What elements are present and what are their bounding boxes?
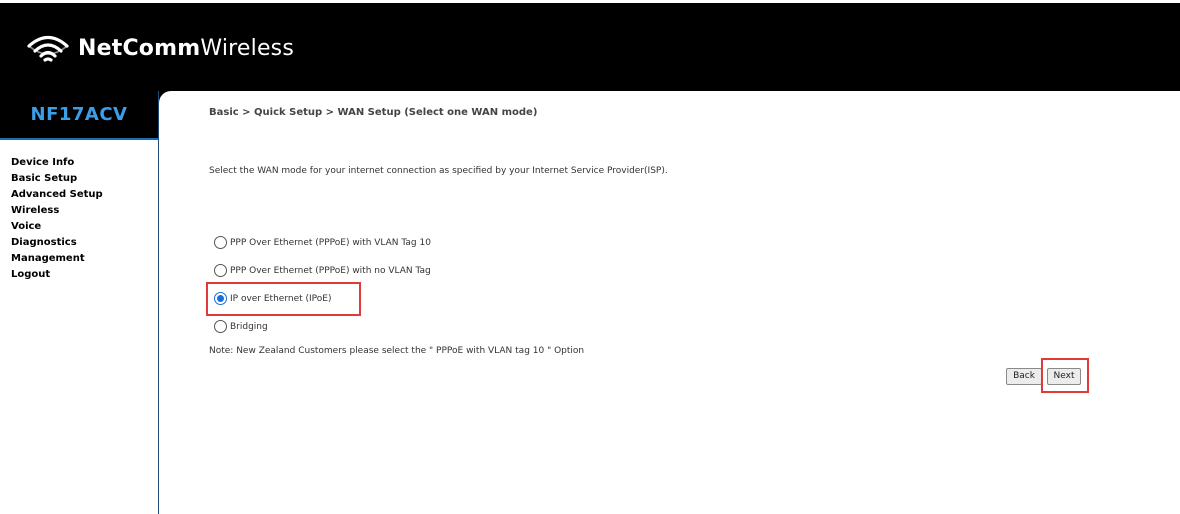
- model-name: NF17ACV: [30, 104, 128, 125]
- wan-option-pppoe-vlan10[interactable]: PPP Over Ethernet (PPPoE) with VLAN Tag …: [214, 236, 431, 249]
- radio-button[interactable]: [214, 320, 227, 333]
- brand-bold: NetComm: [78, 35, 201, 61]
- sidebar-item-voice[interactable]: Voice: [11, 219, 103, 235]
- breadcrumb: Basic > Quick Setup > WAN Setup (Select …: [209, 107, 538, 118]
- sidebar-menu: Device Info Basic Setup Advanced Setup W…: [11, 155, 103, 283]
- header-bar: NetCommWireless: [0, 3, 1180, 91]
- model-badge: NF17ACV: [0, 91, 158, 140]
- sidebar-item-diagnostics[interactable]: Diagnostics: [11, 235, 103, 251]
- brand-logo: NetCommWireless: [26, 30, 294, 66]
- radio-button[interactable]: [214, 264, 227, 277]
- next-highlight-box: [1041, 358, 1089, 393]
- back-button[interactable]: Back: [1006, 368, 1042, 385]
- ipoe-highlight-box: [206, 282, 361, 316]
- nz-note: Note: New Zealand Customers please selec…: [209, 346, 585, 356]
- wan-option-label: Bridging: [230, 321, 268, 332]
- wifi-signal-icon: [27, 35, 69, 62]
- intro-text: Select the WAN mode for your internet co…: [209, 166, 668, 176]
- sidebar-item-logout[interactable]: Logout: [11, 267, 103, 283]
- brand-name: NetCommWireless: [78, 36, 294, 61]
- wan-option-label: PPP Over Ethernet (PPPoE) with no VLAN T…: [230, 265, 431, 276]
- wan-option-bridging[interactable]: Bridging: [214, 320, 268, 333]
- sidebar-item-device-info[interactable]: Device Info: [11, 155, 103, 171]
- radio-button[interactable]: [214, 236, 227, 249]
- sidebar-item-wireless[interactable]: Wireless: [11, 203, 103, 219]
- brand-light: Wireless: [200, 35, 295, 61]
- sidebar: NF17ACV Device Info Basic Setup Advanced…: [0, 91, 159, 514]
- sidebar-item-basic-setup[interactable]: Basic Setup: [11, 171, 103, 187]
- sidebar-item-management[interactable]: Management: [11, 251, 103, 267]
- sidebar-item-advanced-setup[interactable]: Advanced Setup: [11, 187, 103, 203]
- wan-option-label: PPP Over Ethernet (PPPoE) with VLAN Tag …: [230, 237, 431, 248]
- content-corner: [159, 91, 171, 103]
- wan-option-pppoe-no-vlan[interactable]: PPP Over Ethernet (PPPoE) with no VLAN T…: [214, 264, 431, 277]
